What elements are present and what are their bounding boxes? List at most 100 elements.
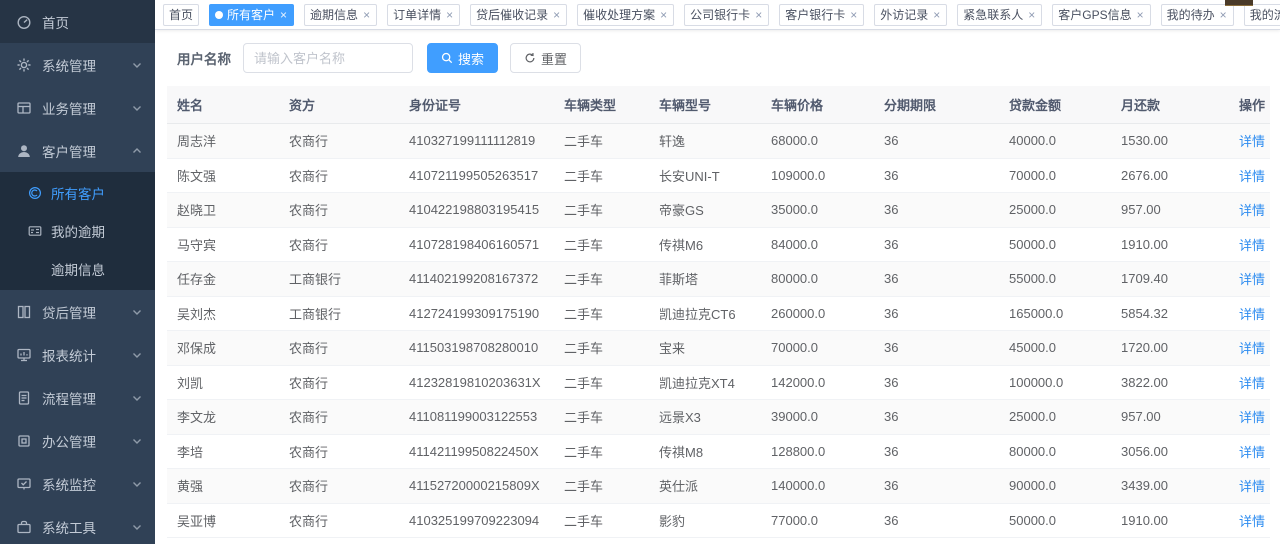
tab-order-detail[interactable]: 订单详情× [387,4,460,26]
col-name: 姓名 [167,86,279,124]
table-row: 马守宾 农商行 410728198406160571 二手车 传祺M6 8400… [167,227,1270,262]
chevron-down-icon [131,59,143,71]
detail-link[interactable]: 详情 [1239,445,1265,460]
tab-customer-gps[interactable]: 客户GPS信息× [1052,4,1150,26]
cell-installments: 36 [874,262,999,297]
detail-link[interactable]: 详情 [1239,479,1265,494]
detail-link[interactable]: 详情 [1239,272,1265,287]
cell-name: 李文龙 [167,400,279,435]
sidebar-item-office-mgmt[interactable]: 办公管理 [0,419,155,462]
chevron-down-icon [131,478,143,490]
tab-my-process[interactable]: 我的流程× [1244,4,1280,26]
tab-home[interactable]: 首页× [163,4,199,26]
col-vehicle-model: 车辆型号 [649,86,761,124]
detail-link[interactable]: 详情 [1239,203,1265,218]
sidebar-item-postloan-mgmt[interactable]: 贷后管理 [0,290,155,333]
sidebar-item-label: 系统工具 [42,517,131,537]
detail-link[interactable]: 详情 [1239,134,1265,149]
cell-loan-amount: 90000.0 [999,469,1111,504]
close-icon[interactable]: × [932,9,941,21]
cell-monthly-payment: 1709.40 [1111,262,1229,297]
close-icon[interactable]: × [362,9,371,21]
tab-visit-records[interactable]: 外访记录× [874,4,947,26]
sidebar-item-my-overdue[interactable]: 我的逾期 [0,212,155,250]
tab-label: 逾期信息 [310,6,358,23]
sidebar-item-system-monitor[interactable]: 系统监控 [0,462,155,505]
close-icon[interactable]: × [445,9,454,21]
tab-label: 首页 [169,6,193,23]
close-icon[interactable]: × [659,9,668,21]
close-icon[interactable]: × [1219,9,1228,21]
tab-collection-records[interactable]: 贷后催收记录× [470,4,567,26]
cell-monthly-payment: 1530.00 [1111,124,1229,159]
tab-label: 客户银行卡 [785,6,845,23]
cell-vehicle-type: 二手车 [554,503,649,538]
cell-installments: 36 [874,365,999,400]
cell-vehicle-type: 二手车 [554,124,649,159]
detail-link[interactable]: 详情 [1239,514,1265,529]
cell-vehicle-type: 二手车 [554,434,649,469]
sidebar-item-system-mgmt[interactable]: 系统管理 [0,43,155,86]
tab-label: 公司银行卡 [690,6,750,23]
cell-installments: 36 [874,469,999,504]
open-tabs-bar: 首页× 所有客户× 逾期信息× 订单详情× 贷后催收记录× 催收处理方案× 公司… [155,0,1280,30]
close-icon[interactable]: × [754,9,763,21]
table-row: 刘凯 农商行 41232819810203631X 二手车 凯迪拉克XT4 14… [167,365,1270,400]
detail-link[interactable]: 详情 [1239,410,1265,425]
active-dot-icon [215,11,223,19]
tab-company-bankcard[interactable]: 公司银行卡 × [684,4,769,26]
cell-loan-amount: 45000.0 [999,331,1111,366]
customer-name-input[interactable] [243,43,413,73]
col-monthly-payment: 月还款 [1111,86,1229,124]
sidebar-item-customer-mgmt[interactable]: 客户管理 [0,129,155,172]
table-row: 吴亚博 农商行 410325199709223094 二手车 影豹 77000.… [167,503,1270,538]
close-icon[interactable]: × [1136,9,1145,21]
sidebar-item-system-tools[interactable]: 系统工具 [0,505,155,544]
sidebar-item-report-stats[interactable]: 报表统计 [0,333,155,376]
tab-label: 紧急联系人 [963,6,1023,23]
tab-customer-bankcard[interactable]: 客户银行卡 × [779,4,864,26]
detail-link[interactable]: 详情 [1239,238,1265,253]
sidebar-item-process-mgmt[interactable]: 流程管理 [0,376,155,419]
chevron-up-icon [131,145,143,157]
tab-collection-plan[interactable]: 催收处理方案× [577,4,674,26]
cell-id-number: 410327199111112819 [399,124,554,159]
detail-link[interactable]: 详情 [1239,341,1265,356]
tab-my-todo[interactable]: 我的待办× [1161,4,1234,26]
reset-button[interactable]: 重置 [510,43,581,73]
office-icon [16,433,32,449]
sidebar-item-label: 贷后管理 [42,302,131,322]
detail-link[interactable]: 详情 [1239,376,1265,391]
close-icon[interactable]: × [279,9,288,21]
table-header: 姓名 资方 身份证号 车辆类型 车辆型号 车辆价格 分期期限 贷款金额 月还款 … [167,86,1270,124]
sidebar-item-home[interactable]: 首页 [0,0,155,43]
close-icon[interactable]: × [1027,9,1036,21]
cell-installments: 36 [874,503,999,538]
sidebar-item-overdue-info[interactable]: 逾期信息 [0,250,155,288]
customer-mgmt-submenu: 所有客户 我的逾期 逾期信息 [0,172,155,290]
cell-funder: 农商行 [279,193,399,228]
cell-vehicle-price: 68000.0 [761,124,874,159]
tab-all-customers[interactable]: 所有客户× [209,4,294,26]
tab-emergency-contacts[interactable]: 紧急联系人 × [957,4,1042,26]
search-icon [441,52,453,64]
close-icon[interactable]: × [552,9,561,21]
tab-overdue-info[interactable]: 逾期信息 × [304,4,377,26]
tab-label: 我的流程 [1250,6,1280,23]
cell-vehicle-type: 二手车 [554,400,649,435]
cell-loan-amount: 100000.0 [999,365,1111,400]
detail-link[interactable]: 详情 [1239,307,1265,322]
sidebar-item-business-mgmt[interactable]: 业务管理 [0,86,155,129]
grid-icon [16,100,32,116]
detail-link[interactable]: 详情 [1239,169,1265,184]
close-icon[interactable]: × [849,9,858,21]
cell-name: 黄强 [167,469,279,504]
cell-vehicle-model: 传祺M8 [649,434,761,469]
cell-vehicle-price: 128800.0 [761,434,874,469]
cell-installments: 36 [874,331,999,366]
search-button[interactable]: 搜索 [427,43,498,73]
cell-vehicle-price: 35000.0 [761,193,874,228]
sidebar-item-all-customers[interactable]: 所有客户 [0,174,155,212]
cell-monthly-payment: 3822.00 [1111,365,1229,400]
sidebar-item-label: 我的逾期 [51,221,155,241]
